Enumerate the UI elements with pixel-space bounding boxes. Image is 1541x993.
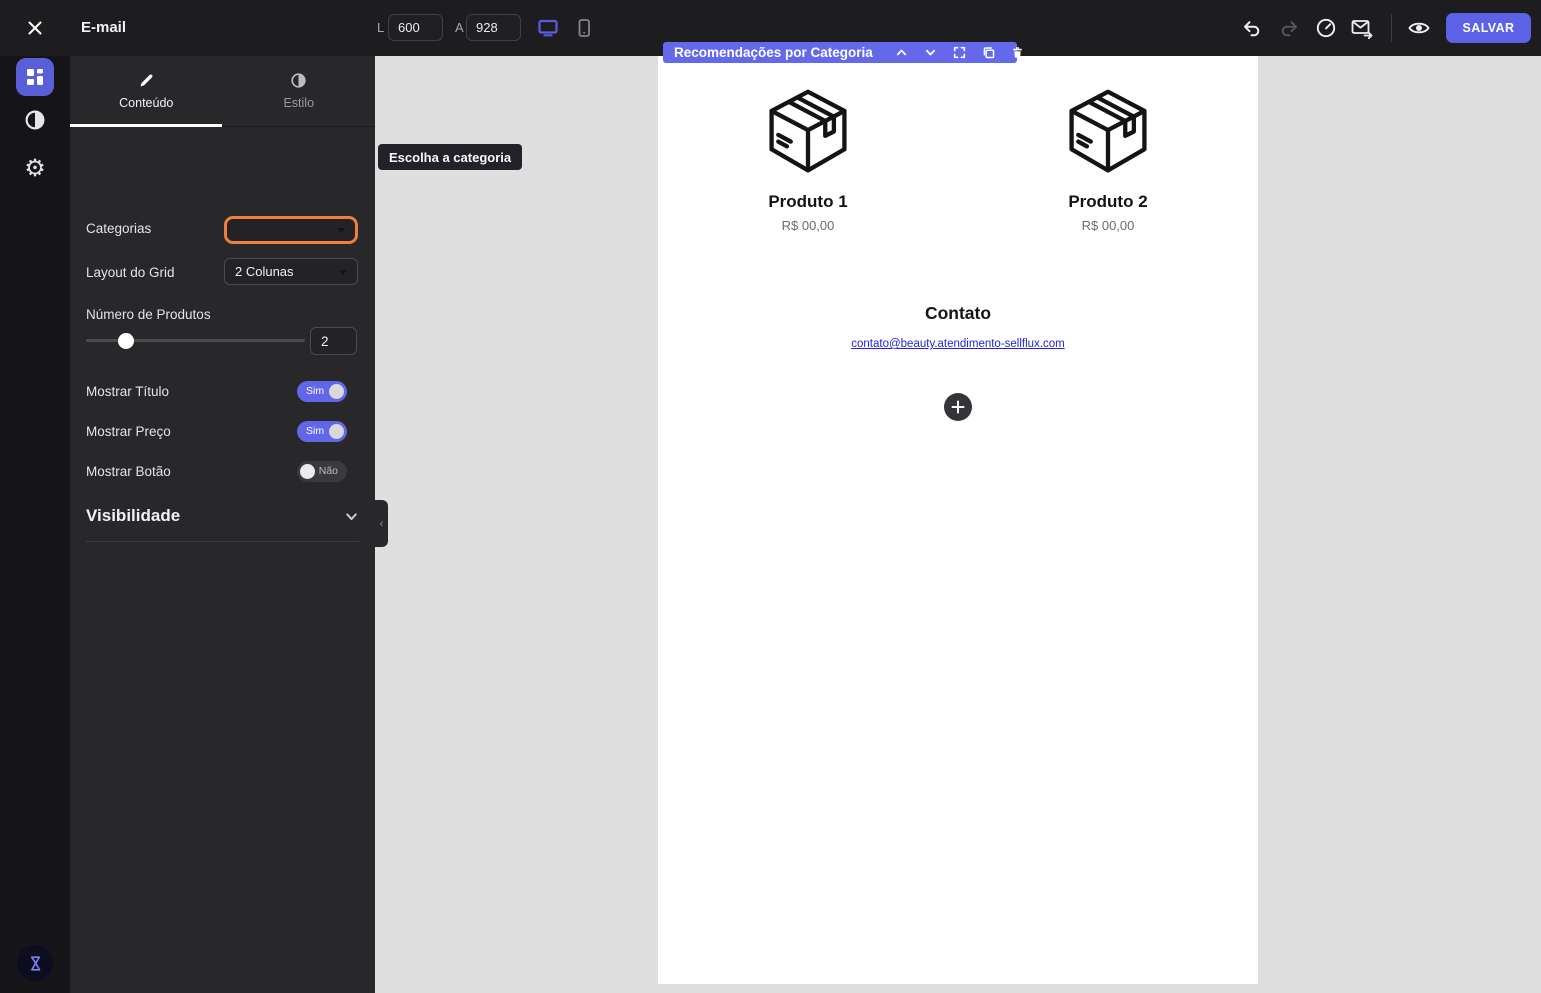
product-price: R$ 00,00 bbox=[1081, 218, 1135, 233]
move-up-icon[interactable] bbox=[895, 46, 908, 59]
show-button-label: Mostrar Botão bbox=[86, 464, 171, 479]
show-button-toggle[interactable]: Não bbox=[297, 461, 347, 482]
sidebar-item-blocks[interactable] bbox=[16, 58, 54, 96]
speed-test-icon[interactable] bbox=[1311, 13, 1341, 43]
duplicate-icon[interactable] bbox=[982, 46, 995, 59]
tab-conteudo-label: Conteúdo bbox=[119, 96, 174, 110]
panel-tabs: Conteúdo Estilo bbox=[70, 56, 375, 127]
move-down-icon[interactable] bbox=[924, 46, 937, 59]
toolbar-divider bbox=[1391, 14, 1392, 42]
width-label: L bbox=[377, 20, 385, 35]
products-count-slider[interactable] bbox=[86, 332, 305, 349]
toggle-knob bbox=[300, 464, 315, 479]
height-input[interactable] bbox=[466, 14, 521, 41]
grid-layout-select-value: 2 Colunas bbox=[235, 264, 294, 279]
sidebar-item-theme[interactable] bbox=[16, 101, 54, 139]
recommendations-block[interactable]: Produto 1 R$ 00,00 Produto 2 R$ 00,00 bbox=[658, 86, 1258, 233]
package-icon bbox=[769, 89, 847, 173]
products-count-label: Número de Produtos bbox=[86, 307, 211, 322]
grid-layout-select[interactable]: 2 Colunas bbox=[224, 258, 358, 285]
tooltip: Escolha a categoria bbox=[378, 144, 523, 170]
tab-estilo-label: Estilo bbox=[283, 96, 315, 110]
plus-icon bbox=[951, 400, 965, 414]
toggle-state: Não bbox=[318, 465, 338, 477]
visibility-section-header[interactable]: Visibilidade bbox=[86, 503, 359, 529]
chevron-left-icon: ‹ bbox=[379, 517, 384, 530]
page-title: E-mail bbox=[81, 19, 127, 36]
redo-icon[interactable] bbox=[1274, 13, 1304, 43]
chevron-down-icon bbox=[339, 269, 347, 275]
brand-logo[interactable] bbox=[17, 945, 53, 981]
toggle-state: Sim bbox=[306, 385, 325, 397]
contact-heading: Contato bbox=[924, 303, 992, 323]
block-toolbar: Recomendações por Categoria bbox=[663, 42, 1022, 63]
expand-icon[interactable] bbox=[953, 46, 966, 59]
product-name: Produto 1 bbox=[768, 192, 848, 211]
categories-label: Categorias bbox=[86, 221, 152, 236]
product-name: Produto 2 bbox=[1068, 192, 1148, 211]
categories-select[interactable] bbox=[224, 216, 358, 244]
pencil-icon bbox=[140, 74, 153, 87]
desktop-view-icon[interactable] bbox=[533, 13, 563, 43]
toggle-knob bbox=[329, 384, 344, 399]
email-document[interactable]: Produto 1 R$ 00,00 Produto 2 R$ 00,00 Co… bbox=[658, 56, 1258, 984]
package-icon bbox=[1069, 89, 1147, 173]
tab-conteudo[interactable]: Conteúdo bbox=[70, 56, 223, 126]
panel-content: Categorias Layout do Grid 2 Colunas Núme… bbox=[70, 127, 375, 993]
products-count-input[interactable] bbox=[310, 327, 357, 355]
toggle-knob bbox=[329, 424, 344, 439]
tab-estilo[interactable]: Estilo bbox=[223, 56, 376, 126]
chevron-down-icon bbox=[337, 228, 345, 233]
delete-icon[interactable] bbox=[1011, 46, 1024, 59]
width-input[interactable] bbox=[388, 14, 443, 41]
visibility-title: Visibilidade bbox=[86, 506, 181, 525]
contact-email-link[interactable]: contato@beauty.atendimento-sellflux.com bbox=[851, 338, 1064, 350]
editor-canvas: Produto 1 R$ 00,00 Produto 2 R$ 00,00 Co… bbox=[375, 56, 1541, 993]
close-icon[interactable] bbox=[15, 8, 55, 48]
sidebar-item-settings[interactable]: ⚙ bbox=[16, 149, 54, 187]
grid-layout-label: Layout do Grid bbox=[86, 265, 175, 280]
preview-eye-icon[interactable] bbox=[1404, 13, 1434, 43]
show-price-label: Mostrar Preço bbox=[86, 424, 171, 439]
height-label: A bbox=[455, 20, 464, 35]
show-title-toggle[interactable]: Sim bbox=[297, 381, 347, 402]
block-toolbar-label: Recomendações por Categoria bbox=[674, 45, 873, 60]
toggle-state: Sim bbox=[306, 425, 325, 437]
contrast-icon bbox=[291, 73, 306, 88]
show-title-label: Mostrar Título bbox=[86, 384, 170, 399]
slider-thumb[interactable] bbox=[118, 332, 134, 349]
send-test-email-icon[interactable] bbox=[1347, 13, 1377, 43]
product-card[interactable]: Produto 1 R$ 00,00 bbox=[658, 86, 958, 233]
section-divider bbox=[86, 541, 359, 542]
chevron-down-icon bbox=[346, 512, 357, 520]
product-card[interactable]: Produto 2 R$ 00,00 bbox=[958, 86, 1258, 233]
undo-icon[interactable] bbox=[1236, 13, 1266, 43]
save-button[interactable]: SALVAR bbox=[1446, 13, 1531, 43]
settings-panel: Conteúdo Estilo Categorias Layout do Gri… bbox=[70, 56, 375, 993]
panel-collapse-handle[interactable]: ‹ bbox=[375, 500, 388, 547]
product-price: R$ 00,00 bbox=[781, 218, 835, 233]
block-toolbar-actions bbox=[895, 46, 1024, 59]
left-sidebar: ⚙ bbox=[0, 56, 70, 993]
gear-icon: ⚙ bbox=[24, 154, 46, 182]
add-block-button[interactable] bbox=[944, 393, 972, 421]
show-price-toggle[interactable]: Sim bbox=[297, 421, 347, 442]
contact-link-row: contato@beauty.atendimento-sellflux.com bbox=[658, 334, 1258, 352]
mobile-view-icon[interactable] bbox=[569, 13, 599, 43]
